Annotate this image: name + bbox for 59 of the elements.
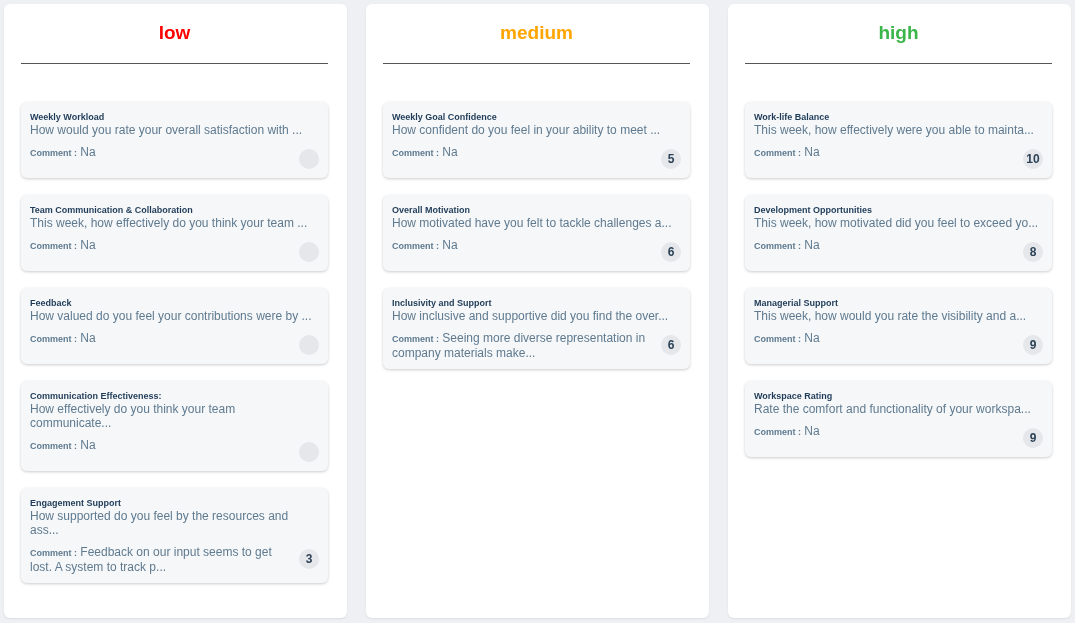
comment-text: Comment : Feedback on our input seems to get lost. A system to track p... xyxy=(30,545,273,574)
comment-text: Comment : Seeing more diverse representation in company materials make... xyxy=(392,331,647,360)
question-text: This week, how effectively do you think your team ... xyxy=(30,216,309,230)
question-text: How supported do you feel by the resources and ass... xyxy=(30,509,290,537)
card-title: Managerial Support xyxy=(754,298,839,309)
question-card[interactable]: Team Communication & Collaboration This week, how effectively do you think your team ... Comment : Na xyxy=(21,195,328,271)
question-card[interactable]: Workspace Rating Rate the comfort and functionality of your workspa... Comment : Na 9 xyxy=(745,381,1052,457)
question-card[interactable]: Feedback How valued do you feel your contributions were by ... Comment : Na xyxy=(21,288,328,364)
score-badge: 10 xyxy=(1023,149,1043,169)
question-card[interactable]: Weekly Workload How would you rate your overall satisfaction with ... Comment : Na xyxy=(21,102,328,178)
card-title: Work-life Balance xyxy=(754,112,831,123)
question-text: Rate the comfort and functionality of your workspa... xyxy=(754,402,1032,416)
card-title: Feedback xyxy=(30,298,73,309)
score-badge: 6 xyxy=(661,335,681,355)
card-title: Development Opportunities xyxy=(754,205,873,216)
column-title: high xyxy=(877,21,920,45)
card-title: Weekly Workload xyxy=(30,112,106,123)
question-card[interactable]: Engagement Support How supported do you feel by the resources and ass... Comment : Feedback on our input seems to get lost. A system to track p... 3 xyxy=(21,488,328,583)
question-text: How would you rate your overall satisfaction with ... xyxy=(30,123,304,137)
column-title: medium xyxy=(499,21,574,45)
score-badge: 9 xyxy=(1023,335,1043,355)
question-card[interactable]: Overall Motivation How motivated have you felt to tackle challenges a... Comment : Na 6 xyxy=(383,195,690,271)
question-text: This week, how would you rate the visibility and a... xyxy=(754,309,1028,323)
card-title: Engagement Support xyxy=(30,498,122,509)
question-text: This week, how motivated did you feel to exceed yo... xyxy=(754,216,1040,230)
question-card[interactable]: Communication Effectiveness: How effectively do you think your team communicate... Comment : Na xyxy=(21,381,328,471)
score-badge: 9 xyxy=(1023,428,1043,448)
comment-text: Comment : Na xyxy=(754,145,820,160)
score-badge: 6 xyxy=(661,242,681,262)
question-text: How valued do you feel your contributions were by ... xyxy=(30,309,313,323)
comment-text: Comment : Na xyxy=(392,238,458,253)
comment-text: Comment : Na xyxy=(30,438,96,453)
score-badge: 5 xyxy=(661,149,681,169)
card-title: Communication Effectiveness: xyxy=(30,391,163,402)
comment-text: Comment : Na xyxy=(754,331,820,346)
question-text: How effectively do you think your team communicate... xyxy=(30,402,237,430)
score-badge: 8 xyxy=(1023,242,1043,262)
question-text: How motivated have you felt to tackle challenges a... xyxy=(392,216,673,230)
comment-text: Comment : Na xyxy=(392,145,458,160)
card-title: Weekly Goal Confidence xyxy=(392,112,498,123)
card-title: Overall Motivation xyxy=(392,205,472,216)
question-card[interactable]: Development Opportunities This week, how motivated did you feel to exceed yo... Comment : Na 8 xyxy=(745,195,1052,271)
question-card[interactable]: Weekly Goal Confidence How confident do you feel in your ability to meet ... Comment : Na 5 xyxy=(383,102,690,178)
column-title: low xyxy=(157,21,192,45)
score-badge: 3 xyxy=(299,549,319,569)
question-card[interactable]: Work-life Balance This week, how effectively were you able to mainta... Comment : Na 10 xyxy=(745,102,1052,178)
question-text: How inclusive and supportive did you find the over... xyxy=(392,309,670,323)
question-card[interactable]: Managerial Support This week, how would you rate the visibility and a... Comment : Na 9 xyxy=(745,288,1052,364)
question-text: This week, how effectively were you able to mainta... xyxy=(754,123,1035,137)
question-card[interactable]: Inclusivity and Support How inclusive and supportive did you find the over... Comment : Seeing more diverse representation in company materials make... 6 xyxy=(383,288,690,369)
comment-text: Comment : Na xyxy=(754,424,820,439)
comment-text: Comment : Na xyxy=(30,331,96,346)
comment-text: Comment : Na xyxy=(30,145,96,160)
comment-text: Comment : Na xyxy=(30,238,96,253)
question-text: How confident do you feel in your ability to meet ... xyxy=(392,123,662,137)
comment-text: Comment : Na xyxy=(754,238,820,253)
card-title: Workspace Rating xyxy=(754,391,834,402)
card-title: Team Communication & Collaboration xyxy=(30,205,194,216)
card-title: Inclusivity and Support xyxy=(392,298,493,309)
